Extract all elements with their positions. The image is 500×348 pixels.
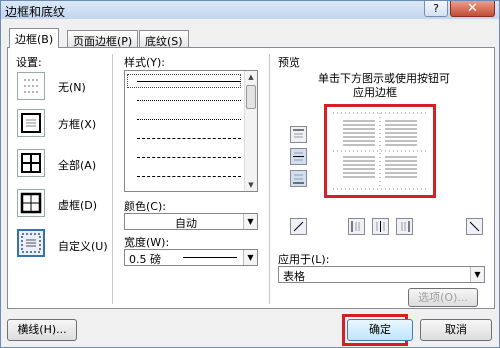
- box-border-icon: [21, 113, 41, 133]
- right-border-icon: [401, 221, 410, 232]
- style-list-scrollbar[interactable]: ▲ ▼: [244, 71, 257, 191]
- chevron-down-icon[interactable]: ▼: [243, 250, 257, 265]
- custom-border-icon: [21, 233, 41, 253]
- chevron-down-icon[interactable]: ▼: [243, 214, 257, 229]
- style-label: 样式(Y):: [124, 56, 166, 69]
- preview-hint-2: 应用边框: [353, 86, 397, 99]
- cancel-button[interactable]: 取消: [420, 319, 492, 341]
- width-dropdown[interactable]: 0.5 磅 ▼: [124, 249, 258, 266]
- diagonal-up-button[interactable]: [466, 218, 483, 235]
- border-preview[interactable]: [324, 104, 436, 198]
- color-value: 自动: [175, 217, 197, 230]
- inner-horizontal-border-button[interactable]: [290, 148, 307, 165]
- separator: [269, 54, 270, 304]
- grid-border-icon: [20, 192, 42, 214]
- setting-custom-button[interactable]: [17, 229, 45, 257]
- ok-button[interactable]: 确定: [347, 319, 413, 341]
- borders-tab-panel: 设置: 无(N) 方框(X) 全部(A) 虚框(D) 自定义(U) 样式(Y):: [7, 47, 495, 309]
- setting-all-label[interactable]: 全部(A): [58, 157, 96, 173]
- setting-custom-label[interactable]: 自定义(U): [58, 238, 108, 254]
- style-long-dashed[interactable]: [137, 157, 241, 158]
- tab-page-border[interactable]: 页面边框(P): [67, 30, 139, 48]
- no-border-icon: [24, 79, 38, 93]
- inner-vertical-border-icon: [376, 221, 385, 232]
- style-dashed[interactable]: [137, 138, 241, 139]
- chevron-down-icon[interactable]: ▼: [470, 267, 484, 282]
- borders-shading-dialog: 边框和底纹 ? ✕ 边框(B) 页面边框(P) 底纹(S) 设置: 无(N) 方…: [0, 0, 500, 348]
- diagonal-down-button[interactable]: [290, 218, 307, 235]
- setting-grid-button[interactable]: [17, 189, 45, 217]
- apply-to-value: 表格: [283, 270, 305, 283]
- scroll-up-icon[interactable]: ▲: [245, 71, 257, 83]
- top-border-button[interactable]: [290, 126, 307, 143]
- diagonal-down-icon: [469, 221, 480, 232]
- tab-borders[interactable]: 边框(B): [9, 28, 60, 48]
- scroll-thumb[interactable]: [246, 85, 256, 109]
- options-button[interactable]: 选项(O)...: [408, 288, 478, 307]
- inner-horizontal-border-icon: [293, 152, 304, 161]
- style-dash-dot[interactable]: [137, 176, 241, 177]
- separator: [112, 54, 113, 304]
- bottom-border-button[interactable]: [290, 170, 307, 187]
- inner-vertical-border-button[interactable]: [372, 218, 389, 235]
- width-label: 宽度(W):: [124, 236, 170, 249]
- setting-all-button[interactable]: [17, 149, 45, 177]
- diagonal-up-icon: [293, 221, 304, 232]
- dialog-title: 边框和底纹: [5, 5, 66, 19]
- close-button[interactable]: ✕: [450, 1, 495, 17]
- apply-to-label: 应用于(L):: [278, 253, 330, 266]
- color-dropdown[interactable]: 自动 ▼: [124, 213, 258, 230]
- help-button[interactable]: ?: [424, 1, 448, 17]
- setting-none-label[interactable]: 无(N): [58, 79, 86, 95]
- style-fine-dotted[interactable]: [137, 119, 241, 120]
- left-border-icon: [351, 221, 360, 232]
- setting-grid-label[interactable]: 虚框(D): [58, 197, 97, 213]
- right-border-button[interactable]: [396, 218, 413, 235]
- style-solid[interactable]: [137, 81, 241, 82]
- color-label: 颜色(C):: [124, 200, 166, 213]
- settings-heading: 设置:: [16, 56, 42, 69]
- scroll-down-icon[interactable]: ▼: [245, 179, 257, 191]
- width-value: 0.5 磅: [129, 253, 161, 266]
- style-dotted[interactable]: [137, 100, 241, 101]
- top-border-icon: [293, 129, 304, 138]
- all-borders-icon: [21, 153, 41, 173]
- horizontal-line-button[interactable]: 横线(H)...: [7, 319, 77, 341]
- line-style-list[interactable]: ▲ ▼: [124, 70, 258, 192]
- setting-box-button[interactable]: [17, 109, 45, 137]
- table-preview: [333, 112, 427, 190]
- title-bar[interactable]: 边框和底纹 ? ✕: [1, 1, 499, 19]
- setting-none-button[interactable]: [17, 72, 45, 100]
- bottom-border-icon: [293, 174, 304, 184]
- preview-heading: 预览: [278, 56, 300, 69]
- setting-box-label[interactable]: 方框(X): [58, 116, 96, 132]
- tab-shading[interactable]: 底纹(S): [139, 30, 189, 48]
- width-sample-line: [183, 257, 237, 258]
- apply-to-dropdown[interactable]: 表格 ▼: [278, 266, 485, 283]
- left-border-button[interactable]: [348, 218, 365, 235]
